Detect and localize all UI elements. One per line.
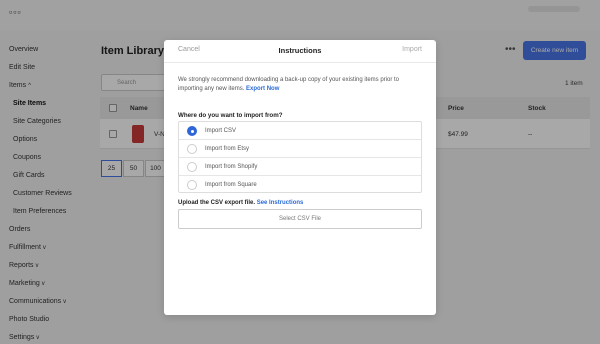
import-source-options: Import CSV Import from Etsy Import from … [178, 121, 422, 193]
divider [164, 62, 436, 63]
export-now-link[interactable]: Export Now [246, 86, 279, 92]
option-import-csv[interactable]: Import CSV [179, 122, 421, 140]
option-import-square[interactable]: Import from Square [179, 176, 421, 194]
radio-button[interactable] [187, 180, 197, 190]
dialog-title: Instructions [278, 46, 322, 55]
see-instructions-link[interactable]: See Instructions [257, 200, 304, 206]
option-import-shopify[interactable]: Import from Shopify [179, 158, 421, 176]
import-source-question: Where do you want to import from? [178, 112, 283, 119]
backup-note: We strongly recommend downloading a back… [178, 77, 399, 92]
import-button[interactable]: Import [402, 46, 422, 53]
radio-button-selected[interactable] [187, 126, 197, 136]
option-import-etsy[interactable]: Import from Etsy [179, 140, 421, 158]
select-csv-file-button[interactable]: Select CSV File [178, 209, 422, 229]
instructions-dialog: Cancel Instructions Import We strongly r… [164, 40, 436, 315]
upload-instructions: Upload the CSV export file. See Instruct… [178, 200, 304, 206]
radio-button[interactable] [187, 144, 197, 154]
dialog-header: Cancel Instructions Import [164, 40, 436, 62]
radio-button[interactable] [187, 162, 197, 172]
